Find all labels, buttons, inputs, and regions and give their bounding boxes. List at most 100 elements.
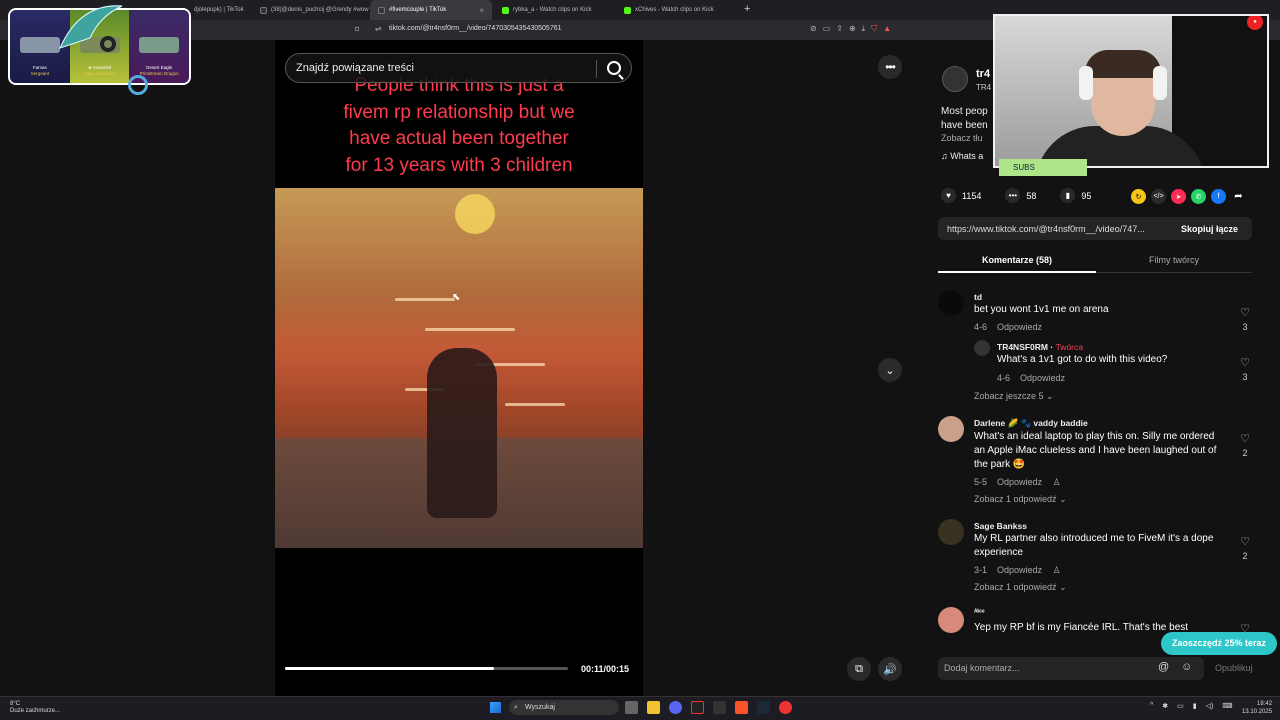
repost-icon[interactable]: ↻ xyxy=(1131,189,1146,204)
see-more-replies[interactable]: Zobacz 1 odpowiedź ⌄ xyxy=(974,582,1067,593)
heart-outline-icon: ♡ xyxy=(1240,433,1250,445)
site-info-icon[interactable]: ⇌ xyxy=(375,24,382,33)
creator-name: TR4NSF0RM xyxy=(997,342,1049,352)
language-icon[interactable]: ⌨ xyxy=(1222,702,1232,710)
network-icon[interactable]: ▭ xyxy=(1177,702,1184,710)
mention-icon[interactable]: @ xyxy=(1158,661,1169,673)
heart-icon[interactable]: ♥ xyxy=(941,188,956,203)
download-icon[interactable]: ⤓ xyxy=(862,24,866,34)
author-name[interactable]: tr4 xyxy=(976,68,990,80)
comment-like[interactable]: ♡ 3 xyxy=(1238,306,1252,332)
whatsapp-icon[interactable]: ✆ xyxy=(1191,189,1206,204)
like-count: 1154 xyxy=(962,190,982,201)
share-arrow-icon[interactable]: ➦ xyxy=(1231,189,1246,204)
comment-author[interactable]: Sage Bankss xyxy=(974,521,1027,531)
taskbar-clock[interactable]: 18:42 13.10.2025 xyxy=(1242,700,1272,716)
avatar[interactable] xyxy=(974,340,990,356)
tab-title: xChives - Watch clips on Kick xyxy=(635,7,714,13)
avatar[interactable] xyxy=(938,416,964,442)
reply-button[interactable]: Odpowiedz xyxy=(997,565,1042,575)
url-field[interactable]: tiktok.com/@tr4nsf0rm__/video/7470305435… xyxy=(389,25,562,32)
xbox-icon[interactable] xyxy=(713,701,726,714)
browser-tab[interactable]: (38)@denis_puchcij @Grendy #wow xyxy=(252,0,370,20)
bluetooth-icon[interactable]: ✱ xyxy=(1162,702,1168,710)
related-search-input[interactable]: Znajdź powiązane treści xyxy=(285,53,632,83)
comment-like[interactable]: ♡ 2 xyxy=(1238,432,1252,458)
browser-tab[interactable]: djolepupk) | TikTok xyxy=(186,0,252,20)
music-link[interactable]: ♫ Whats a xyxy=(941,151,991,161)
comment-author[interactable]: Darlene 🌽 🐾 vaddy baddie xyxy=(974,418,1088,429)
chevron-up-icon[interactable]: ^ xyxy=(1150,702,1153,710)
weather-widget[interactable]: 8°C Dużе zachmurze... xyxy=(10,701,60,715)
avatar[interactable] xyxy=(938,290,964,316)
close-tab-icon[interactable]: × xyxy=(479,6,484,15)
app-icon[interactable] xyxy=(779,701,792,714)
reply-button[interactable]: Odpowiedz xyxy=(997,477,1042,487)
bookmark-icon[interactable]: ▮ xyxy=(1060,188,1076,203)
comment-author[interactable]: td xyxy=(974,292,982,302)
picture-in-picture-button[interactable]: ⧉ xyxy=(847,657,871,681)
emoji-icon[interactable]: ☺ xyxy=(1181,661,1192,673)
browser-tab[interactable]: rybka_a - Watch clips on Kick xyxy=(494,0,614,20)
send-icon[interactable]: ➤ xyxy=(1171,189,1186,204)
comment-author[interactable]: TR4NSF0RM · Twórca xyxy=(997,342,1083,352)
creator-liked-icon: ♙ xyxy=(1052,477,1061,487)
next-video-button[interactable]: ⌄ xyxy=(878,358,902,382)
rewards-icon[interactable]: ▲ xyxy=(883,24,891,34)
browser-tab-active[interactable]: #fivemcouple | TikTok × xyxy=(370,0,492,20)
share-icon[interactable]: ⇪ xyxy=(836,24,843,34)
comment-date: 5-5 xyxy=(974,477,988,487)
bookmark-icon[interactable]: ⌑ xyxy=(355,25,359,34)
tiktok-icon xyxy=(378,6,385,14)
discord-icon[interactable] xyxy=(669,701,682,714)
translate-icon[interactable]: ⊘ xyxy=(810,24,817,34)
comment-like-count: 3 xyxy=(1242,322,1248,332)
zoom-icon[interactable]: ⊕ xyxy=(849,24,856,34)
author-avatar[interactable] xyxy=(942,66,968,92)
brave-shield-icon[interactable]: ⛉ xyxy=(871,24,877,34)
see-translation-link[interactable]: Zobacz tłu xyxy=(941,133,991,143)
file-explorer-icon[interactable] xyxy=(647,701,660,714)
copy-link-button[interactable]: Skopiuj łącze xyxy=(1181,224,1238,234)
brave-icon[interactable] xyxy=(735,701,748,714)
engagement-stats: ♥ 1154 ••• 58 ▮ 95 xyxy=(941,188,1091,203)
tab-creator-videos[interactable]: Filmy twórcy xyxy=(1096,250,1252,273)
subs-label: SUBS xyxy=(999,159,1087,176)
comment-like[interactable]: ♡ 2 xyxy=(1238,535,1252,561)
avatar[interactable] xyxy=(938,607,964,633)
avatar[interactable] xyxy=(938,519,964,545)
mic-icon[interactable]: ▮ xyxy=(1193,702,1197,710)
more-options-button[interactable]: ••• xyxy=(878,55,902,79)
steam-icon[interactable] xyxy=(757,701,770,714)
video-link[interactable]: https://www.tiktok.com/@tr4nsf0rm__/vide… xyxy=(947,224,1145,234)
see-more-replies[interactable]: Zobacz jeszcze 5 ⌄ xyxy=(974,391,1054,402)
volume-icon[interactable]: ◁) xyxy=(1206,702,1214,710)
facebook-icon[interactable]: f xyxy=(1211,189,1226,204)
cast-icon[interactable]: ▭ xyxy=(823,24,831,34)
comment-author[interactable]: ᴬˡᶦᶜᵉ xyxy=(974,609,985,616)
embed-icon[interactable]: </> xyxy=(1151,189,1166,204)
pip-icon: ⧉ xyxy=(855,662,863,675)
windows-start-icon[interactable] xyxy=(490,702,501,713)
search-icon: ⌕ xyxy=(514,704,518,711)
taskbar-search[interactable]: ⌕ Wyszukaj xyxy=(509,700,619,715)
save-25-promo-button[interactable]: Zaoszczędź 25% teraz xyxy=(1161,632,1277,655)
mouse-cursor-icon: ⬉ xyxy=(452,292,461,303)
see-more-replies[interactable]: Zobacz 1 odpowiedź ⌄ xyxy=(974,494,1067,505)
taskbar-search-label: Wyszukaj xyxy=(525,704,555,711)
comment-icon[interactable]: ••• xyxy=(1005,188,1021,203)
comment-like-count: 2 xyxy=(1242,448,1248,458)
reply-button[interactable]: Odpowiedz xyxy=(1020,373,1065,383)
comment-text: bet you wont 1v1 me on arena xyxy=(974,304,1109,315)
publish-button[interactable]: Opublikuj xyxy=(1215,663,1253,673)
browser-tab[interactable]: xChives - Watch clips on Kick xyxy=(616,0,738,20)
tab-comments[interactable]: Komentarze (58) xyxy=(938,250,1096,273)
new-tab-button[interactable]: + xyxy=(744,3,750,15)
comment-like[interactable]: ♡ 3 xyxy=(1238,356,1252,382)
task-view-icon[interactable] xyxy=(625,701,638,714)
search-icon[interactable] xyxy=(607,61,621,75)
progress-bar[interactable] xyxy=(285,667,568,670)
app-icon[interactable] xyxy=(691,701,704,714)
volume-button[interactable]: 🔊 xyxy=(878,657,902,681)
reply-button[interactable]: Odpowiedz xyxy=(997,322,1042,332)
